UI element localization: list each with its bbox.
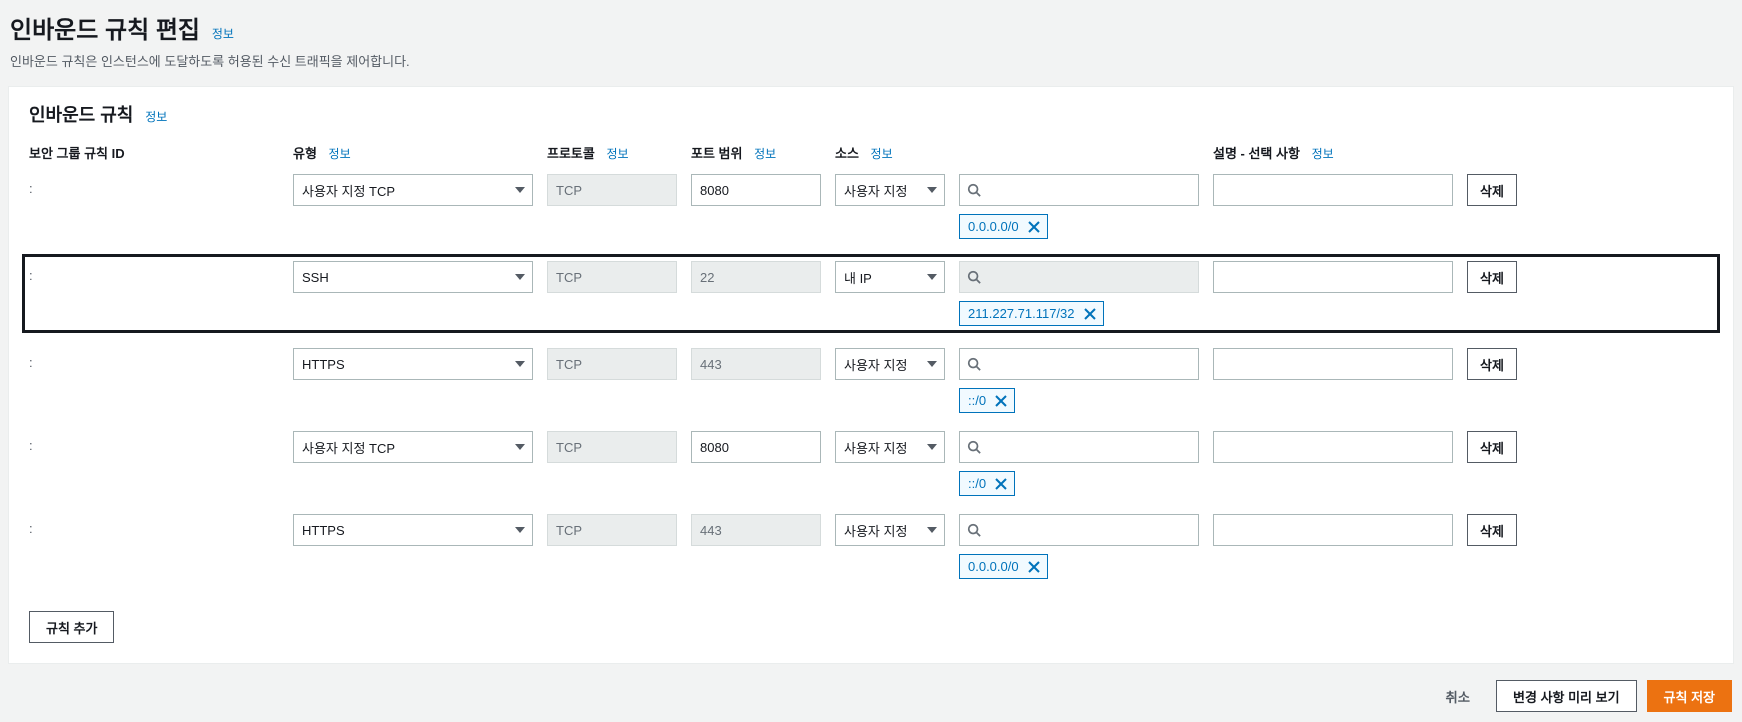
source-search-input[interactable] [959, 431, 1199, 463]
remove-tag-button[interactable] [1083, 307, 1097, 321]
chevron-down-icon [515, 361, 525, 367]
description-input[interactable] [1213, 261, 1453, 293]
cancel-button[interactable]: 취소 [1430, 680, 1487, 712]
col-source-info[interactable]: 정보 [871, 147, 893, 161]
chevron-down-icon [927, 444, 937, 450]
footer-actions: 취소 변경 사항 미리 보기 규칙 저장 [0, 664, 1742, 722]
add-rule-button[interactable]: 규칙 추가 [29, 611, 114, 643]
chevron-down-icon [927, 527, 937, 533]
inbound-rules-panel: 인바운드 규칙 정보 보안 그룹 규칙 ID 유형 정보 프로토콜 정보 포트 … [8, 86, 1734, 664]
remove-tag-button[interactable] [994, 394, 1008, 408]
source-cidr-text: ::/0 [968, 476, 986, 491]
chevron-down-icon [515, 444, 525, 450]
col-type: 유형 정보 [293, 143, 533, 162]
delete-rule-button[interactable]: 삭제 [1467, 348, 1517, 380]
port-input [691, 261, 821, 293]
page-info-link[interactable]: 정보 [212, 27, 234, 41]
col-type-info[interactable]: 정보 [329, 147, 351, 161]
type-select[interactable]: SSH [293, 261, 533, 293]
delete-rule-button[interactable]: 삭제 [1467, 514, 1517, 546]
type-select[interactable]: 사용자 지정 TCP [293, 431, 533, 463]
source-cidr-text: 211.227.71.117/32 [968, 306, 1075, 321]
column-headers: 보안 그룹 규칙 ID 유형 정보 프로토콜 정보 포트 범위 정보 소스 정보… [9, 137, 1733, 170]
col-port: 포트 범위 정보 [691, 143, 821, 162]
protocol-field: TCP [547, 348, 677, 380]
chevron-down-icon [927, 187, 937, 193]
port-input[interactable] [691, 431, 821, 463]
panel-info-link[interactable]: 정보 [145, 110, 167, 124]
chevron-down-icon [927, 361, 937, 367]
description-input[interactable] [1213, 174, 1453, 206]
remove-tag-button[interactable] [1027, 560, 1041, 574]
protocol-field: TCP [547, 174, 677, 206]
col-protocol: 프로토콜 정보 [547, 143, 677, 162]
port-input [691, 348, 821, 380]
source-search-input[interactable] [959, 348, 1199, 380]
source-cidr-text: 0.0.0.0/0 [968, 559, 1019, 574]
description-input[interactable] [1213, 348, 1453, 380]
source-cidr-tag: 0.0.0.0/0 [959, 214, 1048, 239]
chevron-down-icon [515, 274, 525, 280]
rule-id-cell: : [29, 514, 279, 536]
col-desc: 설명 - 선택 사항 정보 [1213, 143, 1453, 162]
save-button[interactable]: 규칙 저장 [1647, 680, 1732, 712]
source-cidr-tag: 211.227.71.117/32 [959, 301, 1104, 326]
rule-id-cell: : [29, 431, 279, 453]
type-select[interactable]: 사용자 지정 TCP [293, 174, 533, 206]
remove-tag-button[interactable] [994, 477, 1008, 491]
preview-button[interactable]: 변경 사항 미리 보기 [1496, 680, 1637, 712]
description-input[interactable] [1213, 431, 1453, 463]
port-input [691, 514, 821, 546]
chevron-down-icon [515, 527, 525, 533]
col-port-info[interactable]: 정보 [754, 147, 776, 161]
protocol-field: TCP [547, 514, 677, 546]
chevron-down-icon [927, 274, 937, 280]
page-description: 인바운드 규칙은 인스턴스에 도달하도록 허용된 수신 트래픽을 제어합니다. [10, 51, 1732, 70]
source-cidr-tag: ::/0 [959, 388, 1015, 413]
rule-id-cell: : [29, 261, 279, 283]
source-cidr-tag: 0.0.0.0/0 [959, 554, 1048, 579]
source-search-input[interactable] [959, 174, 1199, 206]
delete-rule-button[interactable]: 삭제 [1467, 261, 1517, 293]
panel-title: 인바운드 규칙 [29, 101, 133, 127]
protocol-field: TCP [547, 261, 677, 293]
rule-id-cell: : [29, 174, 279, 196]
remove-tag-button[interactable] [1027, 220, 1041, 234]
delete-rule-button[interactable]: 삭제 [1467, 431, 1517, 463]
page-title: 인바운드 규칙 편집 [10, 10, 200, 45]
col-protocol-info[interactable]: 정보 [606, 147, 628, 161]
type-select[interactable]: HTTPS [293, 348, 533, 380]
source-cidr-text: ::/0 [968, 393, 986, 408]
protocol-field: TCP [547, 431, 677, 463]
delete-rule-button[interactable]: 삭제 [1467, 174, 1517, 206]
rule-id-cell: : [29, 348, 279, 370]
source-cidr-text: 0.0.0.0/0 [968, 219, 1019, 234]
col-desc-info[interactable]: 정보 [1312, 147, 1334, 161]
col-source: 소스 정보 [835, 143, 945, 162]
type-select[interactable]: HTTPS [293, 514, 533, 546]
source-cidr-tag: ::/0 [959, 471, 1015, 496]
col-rule-id: 보안 그룹 규칙 ID [29, 143, 279, 162]
source-search-input[interactable] [959, 514, 1199, 546]
source-search-input [959, 261, 1199, 293]
description-input[interactable] [1213, 514, 1453, 546]
chevron-down-icon [515, 187, 525, 193]
port-input[interactable] [691, 174, 821, 206]
